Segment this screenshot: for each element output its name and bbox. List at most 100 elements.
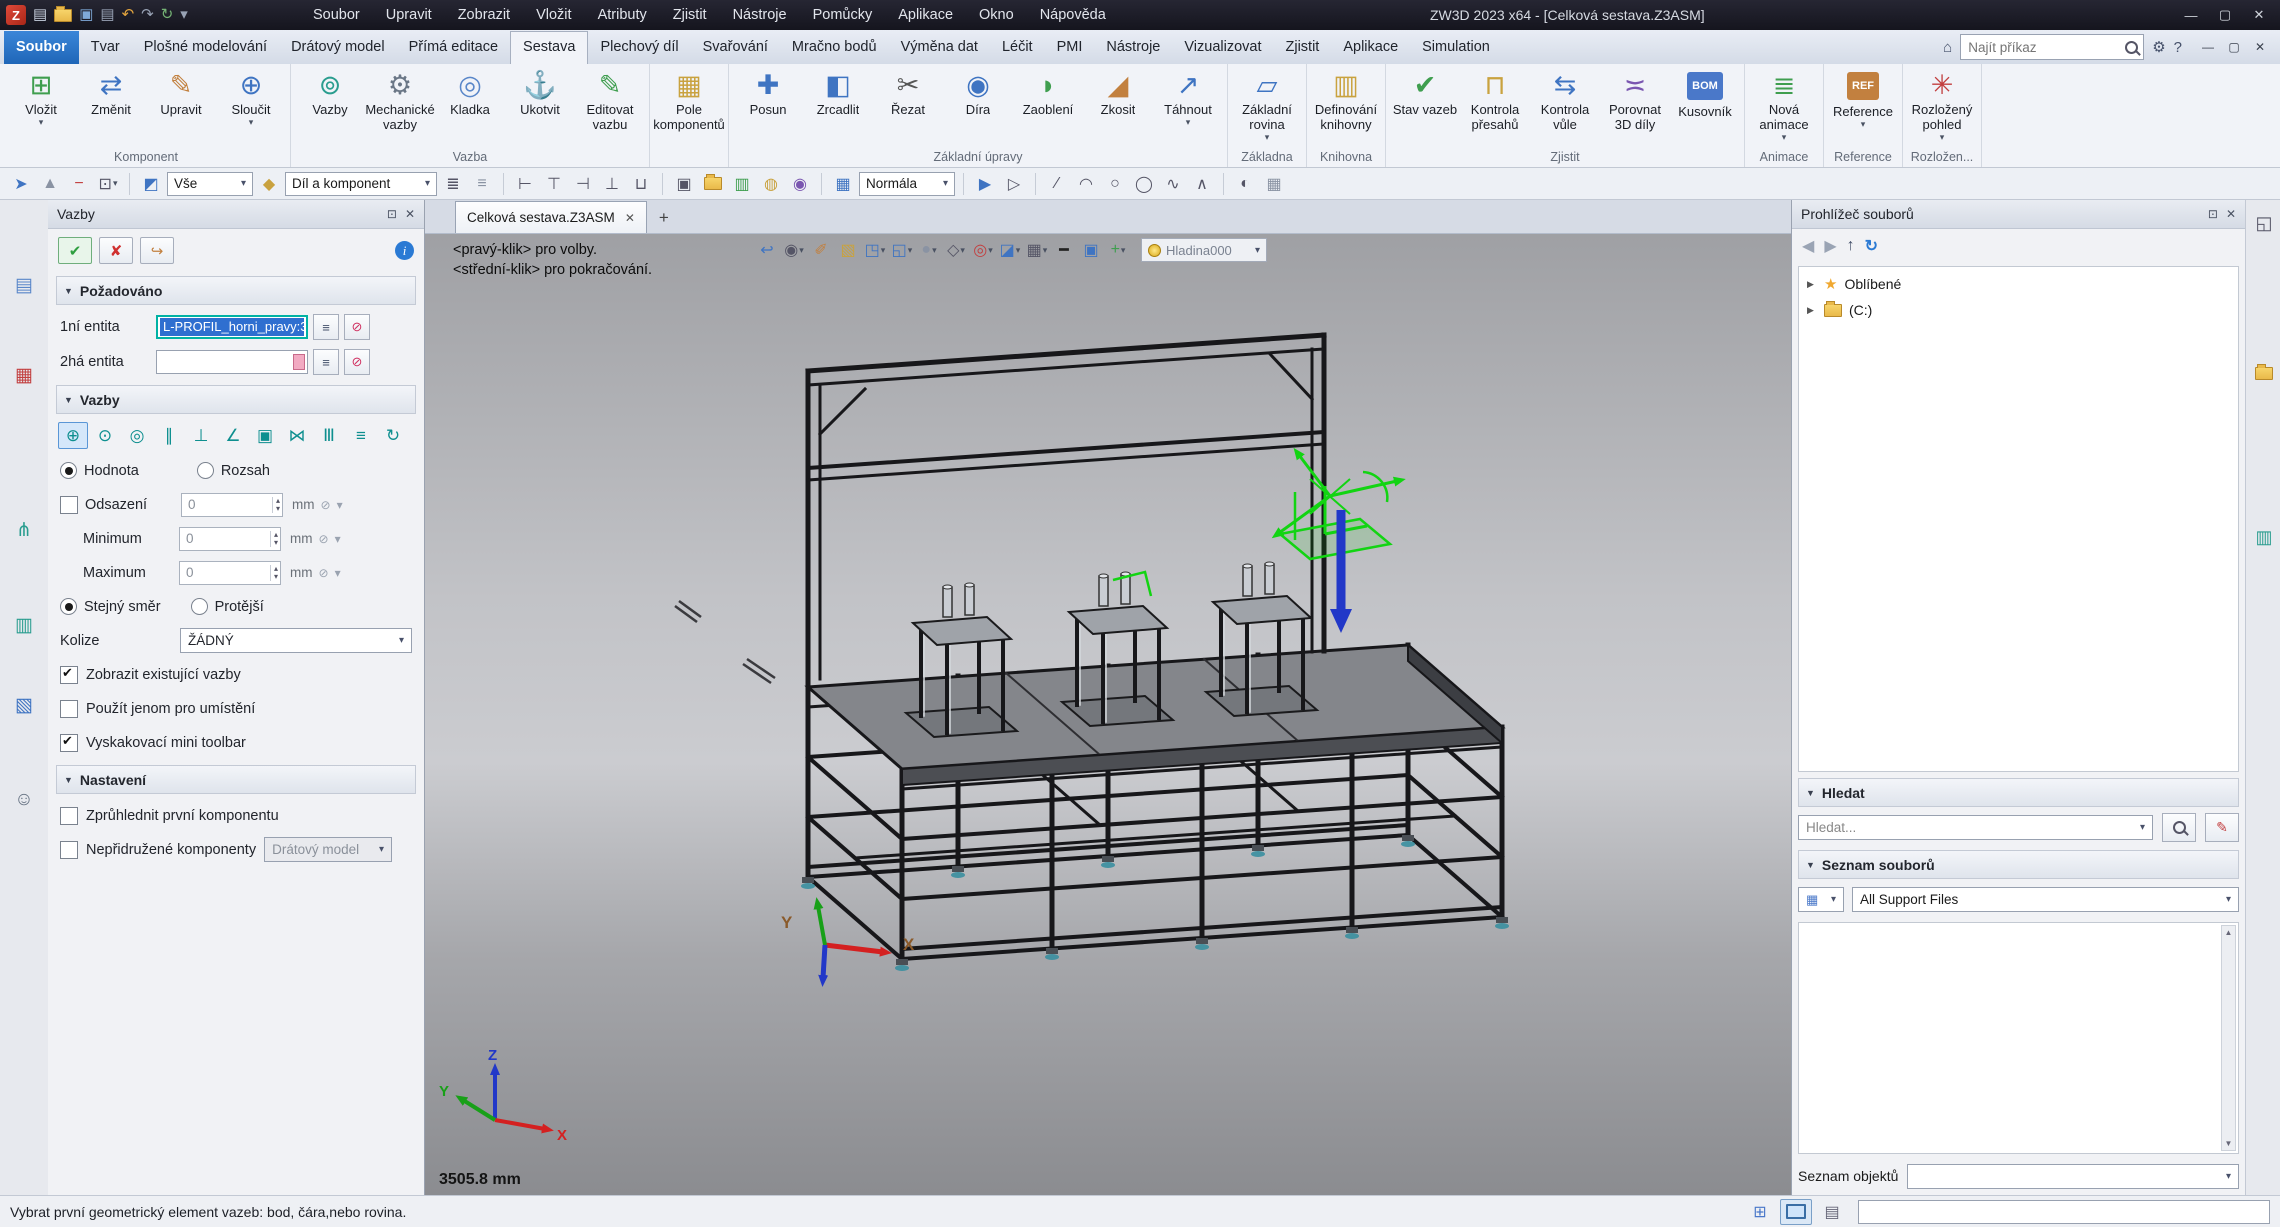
entity-list-icon[interactable]: ≡: [313, 314, 339, 340]
sketch-marks[interactable]: [675, 601, 775, 683]
chevron-down-icon[interactable]: ▾: [335, 566, 341, 580]
ribbon-tab-PMI[interactable]: PMI: [1045, 31, 1095, 64]
ribbon-tab-Léčit[interactable]: Léčit: [990, 31, 1045, 64]
align-top-icon[interactable]: ⊥: [599, 171, 625, 197]
assembly-tab-icon[interactable]: ▦: [9, 360, 39, 390]
chevron-right-icon[interactable]: ▶: [1807, 305, 1817, 316]
refresh-icon[interactable]: ↻: [1865, 236, 1878, 256]
back-icon[interactable]: ◀: [1802, 236, 1814, 256]
align-bottom-icon[interactable]: ⊔: [628, 171, 654, 197]
visibility-icon[interactable]: ◐: [1232, 171, 1258, 197]
new-tab-button[interactable]: +: [659, 202, 669, 233]
user-tab-icon[interactable]: ☺: [9, 785, 39, 815]
undo-icon[interactable]: ↶: [122, 5, 135, 25]
command-search-input[interactable]: [1966, 39, 2125, 56]
ribbon-button-Kusovník[interactable]: BOMKusovník: [1670, 66, 1740, 150]
concentric-icon[interactable]: ◎: [122, 422, 152, 449]
menu-Aplikace[interactable]: Aplikace: [885, 0, 966, 30]
placement-only-checkbox[interactable]: [60, 700, 78, 718]
pick-box-icon[interactable]: ⊡▾: [95, 171, 121, 197]
ribbon-button-Kontrola přesahů[interactable]: ⊓Kontrola přesahů: [1460, 66, 1530, 150]
ribbon-button-Kontrola vůle[interactable]: ⇆Kontrola vůle: [1530, 66, 1600, 150]
ribbon-tab-Zjistit[interactable]: Zjistit: [1273, 31, 1331, 64]
ribbon-tab-Drátový model[interactable]: Drátový model: [279, 31, 396, 64]
tree-item-favorites[interactable]: ▶ ★ Oblíbené: [1801, 271, 2236, 297]
ribbon-button-Zaoblení[interactable]: ◗Zaoblení: [1013, 66, 1083, 150]
ribbon-button-Kladka[interactable]: ◎Kladka: [435, 66, 505, 150]
view-style-select[interactable]: ▦ ▾: [1798, 887, 1844, 912]
list-down-icon[interactable]: ≡: [469, 171, 495, 197]
section-required[interactable]: ▼ Požadováno: [56, 276, 416, 305]
background-icon[interactable]: ▣: [1079, 237, 1103, 263]
ribbon-button-Nová animace[interactable]: ≣Nová animace▾: [1749, 66, 1819, 150]
app-logo-icon[interactable]: Z: [6, 5, 26, 25]
spinner[interactable]: ▴▾: [270, 531, 278, 547]
collision-select[interactable]: ŽÁDNÝ ▾: [180, 628, 412, 653]
book-tab-icon[interactable]: ▥: [2249, 522, 2279, 552]
view-face-icon[interactable]: ◱▾: [890, 237, 914, 263]
close-panel-icon[interactable]: ✕: [405, 207, 415, 221]
ribbon-tab-Soubor[interactable]: Soubor: [4, 31, 79, 64]
scrollbar[interactable]: ▲▼: [2221, 925, 2236, 1151]
expand-icon[interactable]: ◱: [2249, 208, 2279, 238]
ribbon-tab-Nástroje[interactable]: Nástroje: [1094, 31, 1172, 64]
menu-Atributy[interactable]: Atributy: [585, 0, 660, 30]
section-search[interactable]: ▼ Hledat: [1798, 778, 2239, 807]
unassociated-checkbox[interactable]: [60, 841, 78, 859]
apply-button[interactable]: ↪: [140, 237, 174, 264]
coins-icon[interactable]: ◍: [758, 171, 784, 197]
mdi-minimize-icon[interactable]: —: [2196, 37, 2220, 57]
minimum-input[interactable]: 0 ▴▾: [179, 527, 281, 551]
polyline-tool-icon[interactable]: ∧: [1189, 171, 1215, 197]
spinner[interactable]: ▴▾: [272, 497, 280, 513]
ribbon-button-Zrcadlit[interactable]: ◧Zrcadlit: [803, 66, 873, 150]
entity-type-select[interactable]: Díl a komponent▾: [285, 172, 437, 196]
view-mode-select[interactable]: Normála▾: [859, 172, 955, 196]
filter-select[interactable]: Vše▾: [167, 172, 253, 196]
search-button[interactable]: [2162, 813, 2196, 842]
menu-Soubor[interactable]: Soubor: [300, 0, 373, 30]
play-icon[interactable]: ▷: [1001, 171, 1027, 197]
entity2-input[interactable]: [156, 350, 308, 374]
cells-icon[interactable]: ⊞: [1744, 1199, 1776, 1225]
menu-Nástroje[interactable]: Nástroje: [720, 0, 800, 30]
ribbon-tab-Aplikace[interactable]: Aplikace: [1331, 31, 1410, 64]
ribbon-tab-Svařování[interactable]: Svařování: [691, 31, 780, 64]
rows-icon[interactable]: ▤: [1816, 1199, 1848, 1225]
viewport-canvas[interactable]: X Y Z X Y <pravý-klik> pro volby. <střed…: [425, 234, 1791, 1195]
entity-list-icon[interactable]: ≡: [313, 349, 339, 375]
document-tab[interactable]: Celková sestava.Z3ASM ✕: [455, 201, 647, 233]
triad-icon[interactable]: +▾: [1106, 237, 1130, 263]
show-existing-checkbox[interactable]: [60, 666, 78, 684]
filter-color-icon[interactable]: ◩: [138, 171, 164, 197]
command-search[interactable]: [1960, 34, 2144, 60]
lock-icon[interactable]: ▣: [250, 422, 280, 449]
grid-toggle-icon[interactable]: ▦: [1261, 171, 1287, 197]
coincident-icon[interactable]: ⊕: [58, 422, 88, 449]
transparent-first-checkbox[interactable]: [60, 807, 78, 825]
ribbon-tab-Tvar[interactable]: Tvar: [79, 31, 132, 64]
menu-Vložit[interactable]: Vložit: [523, 0, 584, 30]
ribbon-button-Díra[interactable]: ◉Díra: [943, 66, 1013, 150]
tree-item-c-drive[interactable]: ▶ (C:): [1801, 297, 2236, 323]
remove-red-icon[interactable]: −: [66, 171, 92, 197]
ribbon-button-Porovnat 3D díly[interactable]: ≍Porovnat 3D díly: [1600, 66, 1670, 150]
perpendicular-icon[interactable]: ⊥: [186, 422, 216, 449]
chart-icon[interactable]: ▥: [729, 171, 755, 197]
ribbon-tab-Sestava[interactable]: Sestava: [510, 31, 588, 65]
gear-icon[interactable]: ⚙: [2152, 38, 2165, 56]
mdi-restore-icon[interactable]: ▢: [2222, 37, 2246, 57]
align-left-icon[interactable]: ⊢: [512, 171, 538, 197]
menu-Upravit[interactable]: Upravit: [373, 0, 445, 30]
ribbon-tab-Mračno bodů[interactable]: Mračno bodů: [780, 31, 889, 64]
forward-icon[interactable]: ▶: [1824, 236, 1836, 256]
menu-Zjistit[interactable]: Zjistit: [660, 0, 720, 30]
select-filter-icon[interactable]: ➤: [8, 171, 34, 197]
3d-model[interactable]: [801, 335, 1509, 971]
gear-icon[interactable]: ↻: [378, 422, 408, 449]
ribbon-button-Rozložený pohled[interactable]: ✳Rozložený pohled▾: [1907, 66, 1977, 150]
manager-tab-icon[interactable]: ▤: [9, 270, 39, 300]
ribbon-button-Editovat vazbu[interactable]: ✎Editovat vazbu: [575, 66, 645, 150]
filter-pen-icon[interactable]: ✎: [2205, 813, 2239, 842]
ribbon-button-Vložit[interactable]: ⊞Vložit▾: [6, 66, 76, 150]
